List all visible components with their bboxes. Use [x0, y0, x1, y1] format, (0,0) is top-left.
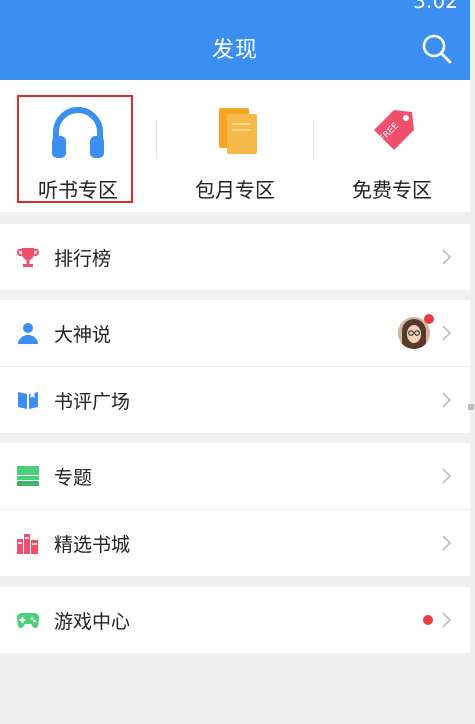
book-stack-icon	[219, 108, 257, 154]
zone-label: 免费专区	[352, 178, 432, 202]
trophy-icon	[17, 248, 39, 267]
notification-dot	[423, 615, 433, 625]
user-icon	[18, 323, 38, 344]
menu-item-experts-say[interactable]: 大神说	[0, 300, 470, 366]
chevron-right-icon	[442, 612, 452, 628]
zone-label: 包月专区	[195, 178, 275, 202]
menu-item-label: 书评广场	[54, 391, 131, 413]
chevron-right-icon	[442, 249, 452, 265]
page-title: 发现	[211, 38, 258, 63]
chevron-right-icon	[442, 468, 452, 484]
status-bar: 3:02	[0, 0, 470, 11]
menu-item-label: 精选书城	[54, 534, 131, 556]
free-tag-icon: FREE	[374, 110, 414, 150]
search-icon[interactable]	[420, 32, 454, 66]
notification-dot	[424, 314, 434, 324]
zone-monthly[interactable]: 包月专区	[157, 80, 313, 212]
gamepad-icon	[16, 612, 40, 628]
bookshelf-icon	[17, 534, 38, 554]
topic-icon	[17, 466, 39, 486]
menu-item-label: 专题	[54, 467, 93, 489]
menu-item-label: 大神说	[54, 324, 112, 346]
menu-item-game-center[interactable]: 游戏中心	[0, 587, 470, 653]
menu-item-ranking[interactable]: 排行榜	[0, 224, 470, 290]
menu-item-label: 排行榜	[54, 248, 112, 270]
book-review-icon	[18, 391, 38, 409]
chevron-right-icon	[442, 392, 452, 408]
zone-free[interactable]: FREE 免费专区	[314, 80, 470, 212]
menu-item-topics[interactable]: 专题	[0, 443, 470, 509]
chevron-right-icon	[442, 535, 452, 551]
selection-highlight	[17, 95, 133, 203]
menu-item-book-reviews[interactable]: 书评广场	[0, 367, 470, 433]
chevron-right-icon	[442, 325, 452, 341]
menu-item-label: 游戏中心	[54, 611, 131, 633]
scrollbar[interactable]	[468, 404, 474, 410]
menu-item-bookstore[interactable]: 精选书城	[0, 510, 470, 576]
app-header: 发现	[0, 10, 470, 80]
